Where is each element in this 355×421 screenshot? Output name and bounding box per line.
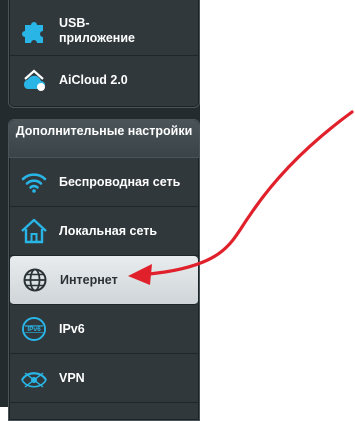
- wifi-icon: [19, 167, 49, 197]
- sidebar-item-label: Локальная сеть: [59, 223, 158, 238]
- advanced-settings-group: Дополнительные настройки Беспроводная се…: [8, 119, 200, 421]
- sidebar-item-vpn[interactable]: VPN: [9, 354, 199, 403]
- sidebar-item-usb-app[interactable]: USB- приложение: [9, 7, 199, 56]
- sidebar-item-label: VPN: [59, 370, 85, 385]
- vpn-icon: [19, 363, 49, 393]
- sidebar-top-group: USB- приложение AiCloud 2.0: [8, 0, 200, 108]
- puzzle-icon: [19, 16, 49, 46]
- sidebar-item-aicloud[interactable]: AiCloud 2.0: [9, 56, 199, 104]
- sidebar-item-label: Интернет: [60, 272, 118, 287]
- svg-text:IPv6: IPv6: [27, 326, 41, 333]
- advanced-settings-header: Дополнительные настройки: [9, 120, 199, 158]
- sidebar-item-internet[interactable]: Интернет: [10, 256, 198, 305]
- sidebar-item-label: IPv6: [59, 321, 85, 336]
- sidebar-item-lan[interactable]: Локальная сеть: [9, 207, 199, 256]
- sidebar-item-wireless[interactable]: Беспроводная сеть: [9, 158, 199, 207]
- sidebar-item-ipv6[interactable]: IPv6 IPv6: [9, 305, 199, 354]
- globe-icon: [20, 265, 50, 295]
- home-icon: [19, 216, 49, 246]
- ipv6-icon: IPv6: [19, 314, 49, 344]
- advanced-settings-title: Дополнительные настройки: [15, 124, 193, 138]
- sidebar: USB- приложение AiCloud 2.0 Дополнительн…: [0, 0, 200, 421]
- sidebar-item-label: AiCloud 2.0: [59, 72, 128, 87]
- sidebar-item-label: USB- приложение: [59, 16, 135, 45]
- sidebar-item-label: Беспроводная сеть: [59, 174, 181, 189]
- cloud-home-icon: [19, 65, 49, 95]
